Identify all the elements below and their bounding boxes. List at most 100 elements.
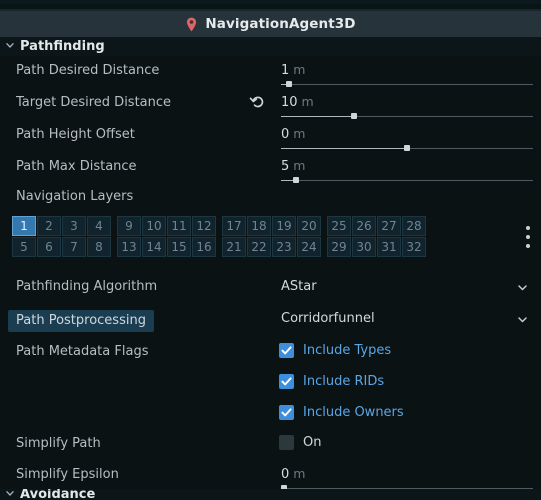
property-row-target-desired-distance: Target Desired Distance 10 m (0, 93, 541, 120)
layer-cell-3[interactable]: 3 (62, 216, 86, 236)
layer-cell-11[interactable]: 11 (167, 216, 191, 236)
slider-track (281, 84, 533, 85)
value-text: 5 (281, 159, 290, 174)
path-max-distance-slider[interactable] (281, 177, 533, 184)
layer-cell-6[interactable]: 6 (37, 237, 61, 257)
path-postprocessing-dropdown[interactable]: Corridorfunnel (281, 309, 533, 329)
property-row-simplify-epsilon: Simplify Epsilon 0m (0, 465, 541, 492)
slider-fill (281, 116, 355, 117)
flag-include-rids[interactable]: Include RIDs (279, 374, 384, 389)
layer-cell-23[interactable]: 23 (272, 237, 296, 257)
revert-arrow-icon[interactable] (249, 93, 267, 111)
layer-cell-14[interactable]: 14 (142, 237, 166, 257)
chevron-down-icon[interactable] (517, 314, 528, 325)
map-pin-icon (185, 17, 198, 32)
layer-cell-30[interactable]: 30 (352, 237, 376, 257)
property-row-navigation-layers: Navigation Layers 1 2 3 4 5 6 7 8 9 10 11 12 13 14 15 1… (0, 188, 541, 258)
slider-grabber[interactable] (285, 81, 292, 87)
node-header[interactable]: NavigationAgent3D (0, 11, 541, 38)
path-height-offset-field[interactable]: 0m (281, 125, 533, 152)
path-height-offset-slider[interactable] (281, 145, 533, 152)
checkbox-checked-icon[interactable] (279, 343, 294, 358)
layer-cell-2[interactable]: 2 (37, 216, 61, 236)
layer-cell-8[interactable]: 8 (87, 237, 111, 257)
slider-fill (281, 148, 407, 149)
checkbox-checked-icon[interactable] (279, 374, 294, 389)
unit-text: m (293, 158, 306, 173)
layer-cell-26[interactable]: 26 (352, 216, 376, 236)
layer-cell-9[interactable]: 9 (117, 216, 141, 236)
layer-cell-27[interactable]: 27 (377, 216, 401, 236)
layer-cell-20[interactable]: 20 (297, 216, 321, 236)
layer-cell-22[interactable]: 22 (247, 237, 271, 257)
simplify-path-toggle[interactable]: On (279, 435, 321, 450)
property-label: Simplify Path (16, 436, 101, 451)
path-desired-distance-field[interactable]: 1m (281, 61, 533, 88)
node-title: NavigationAgent3D (205, 16, 356, 32)
layer-cell-10[interactable]: 10 (142, 216, 166, 236)
target-desired-distance-field[interactable]: 10 m (281, 93, 533, 120)
slider-grabber[interactable] (293, 177, 300, 183)
property-row-path-max-distance: Path Max Distance 5m (0, 157, 541, 184)
target-desired-distance-slider[interactable] (281, 113, 533, 120)
unit-text: m (301, 94, 314, 109)
value-text: 0 (281, 127, 290, 142)
layer-cell-15[interactable]: 15 (167, 237, 191, 257)
layer-cell-29[interactable]: 29 (327, 237, 351, 257)
layer-cell-7[interactable]: 7 (62, 237, 86, 257)
path-desired-distance-slider[interactable] (281, 81, 533, 88)
path-max-distance-field[interactable]: 5m (281, 157, 533, 184)
layer-group-3: 17 18 19 20 21 22 23 24 (222, 216, 321, 257)
pathfinding-algorithm-dropdown[interactable]: AStar (281, 277, 533, 297)
property-label: Path Height Offset (16, 127, 135, 142)
section-label: Avoidance (20, 489, 96, 500)
navigation-layers-grid[interactable]: 1 2 3 4 5 6 7 8 9 10 11 12 13 14 15 16 17 18 19 20 21 22 23 24 2… (12, 216, 426, 257)
property-label: Path Desired Distance (16, 63, 160, 78)
layer-cell-28[interactable]: 28 (402, 216, 426, 236)
property-label[interactable]: Path Postprocessing (8, 310, 154, 332)
section-header-pathfinding[interactable]: Pathfinding (0, 37, 541, 56)
property-row-path-postprocessing: Path Postprocessing Corridorfunnel (0, 310, 541, 332)
section-header-avoidance[interactable]: Avoidance (0, 489, 541, 500)
flag-include-owners[interactable]: Include Owners (279, 405, 404, 420)
toggle-label: On (303, 435, 322, 450)
property-row-path-height-offset: Path Height Offset 0m (0, 125, 541, 152)
slider-grabber[interactable] (351, 113, 358, 119)
layer-cell-24[interactable]: 24 (297, 237, 321, 257)
layer-cell-21[interactable]: 21 (222, 237, 246, 257)
layer-cell-17[interactable]: 17 (222, 216, 246, 236)
layer-cell-5[interactable]: 5 (12, 237, 36, 257)
slider-track (281, 180, 533, 181)
property-row-pathfinding-algorithm: Pathfinding Algorithm AStar (0, 278, 541, 300)
chevron-down-icon[interactable] (517, 282, 528, 293)
slider-grabber[interactable] (404, 145, 410, 151)
checkbox-unchecked-icon[interactable] (279, 435, 294, 450)
chevron-down-icon (5, 489, 15, 500)
property-label: Path Metadata Flags (16, 344, 149, 359)
value-text: 1 (281, 63, 290, 78)
simplify-epsilon-field[interactable]: 0m (280, 465, 533, 492)
dropdown-value: AStar (281, 279, 317, 294)
flag-include-types[interactable]: Include Types (279, 343, 391, 358)
layer-group-1: 1234 5678 (12, 216, 111, 257)
section-label: Pathfinding (20, 39, 105, 54)
layer-cell-12[interactable]: 12 (192, 216, 216, 236)
property-label: Pathfinding Algorithm (16, 279, 158, 294)
layer-cell-19[interactable]: 19 (272, 216, 296, 236)
layer-cell-31[interactable]: 31 (377, 237, 401, 257)
unit-text: m (293, 466, 306, 481)
chevron-down-icon (5, 39, 15, 54)
layer-group-2: 9 10 11 12 13 14 15 16 (117, 216, 216, 257)
property-row-path-desired-distance: Path Desired Distance 1m (0, 61, 541, 88)
checkbox-checked-icon[interactable] (279, 405, 294, 420)
layer-cell-4[interactable]: 4 (87, 216, 111, 236)
layer-cell-1[interactable]: 1 (12, 216, 36, 236)
value-text: 10 (281, 95, 298, 110)
layer-cell-32[interactable]: 32 (402, 237, 426, 257)
kebab-menu-icon[interactable] (526, 226, 530, 253)
layer-cell-16[interactable]: 16 (192, 237, 216, 257)
layer-cell-18[interactable]: 18 (247, 216, 271, 236)
layer-cell-13[interactable]: 13 (117, 237, 141, 257)
layer-cell-25[interactable]: 25 (327, 216, 351, 236)
dropdown-value: Corridorfunnel (281, 311, 375, 326)
